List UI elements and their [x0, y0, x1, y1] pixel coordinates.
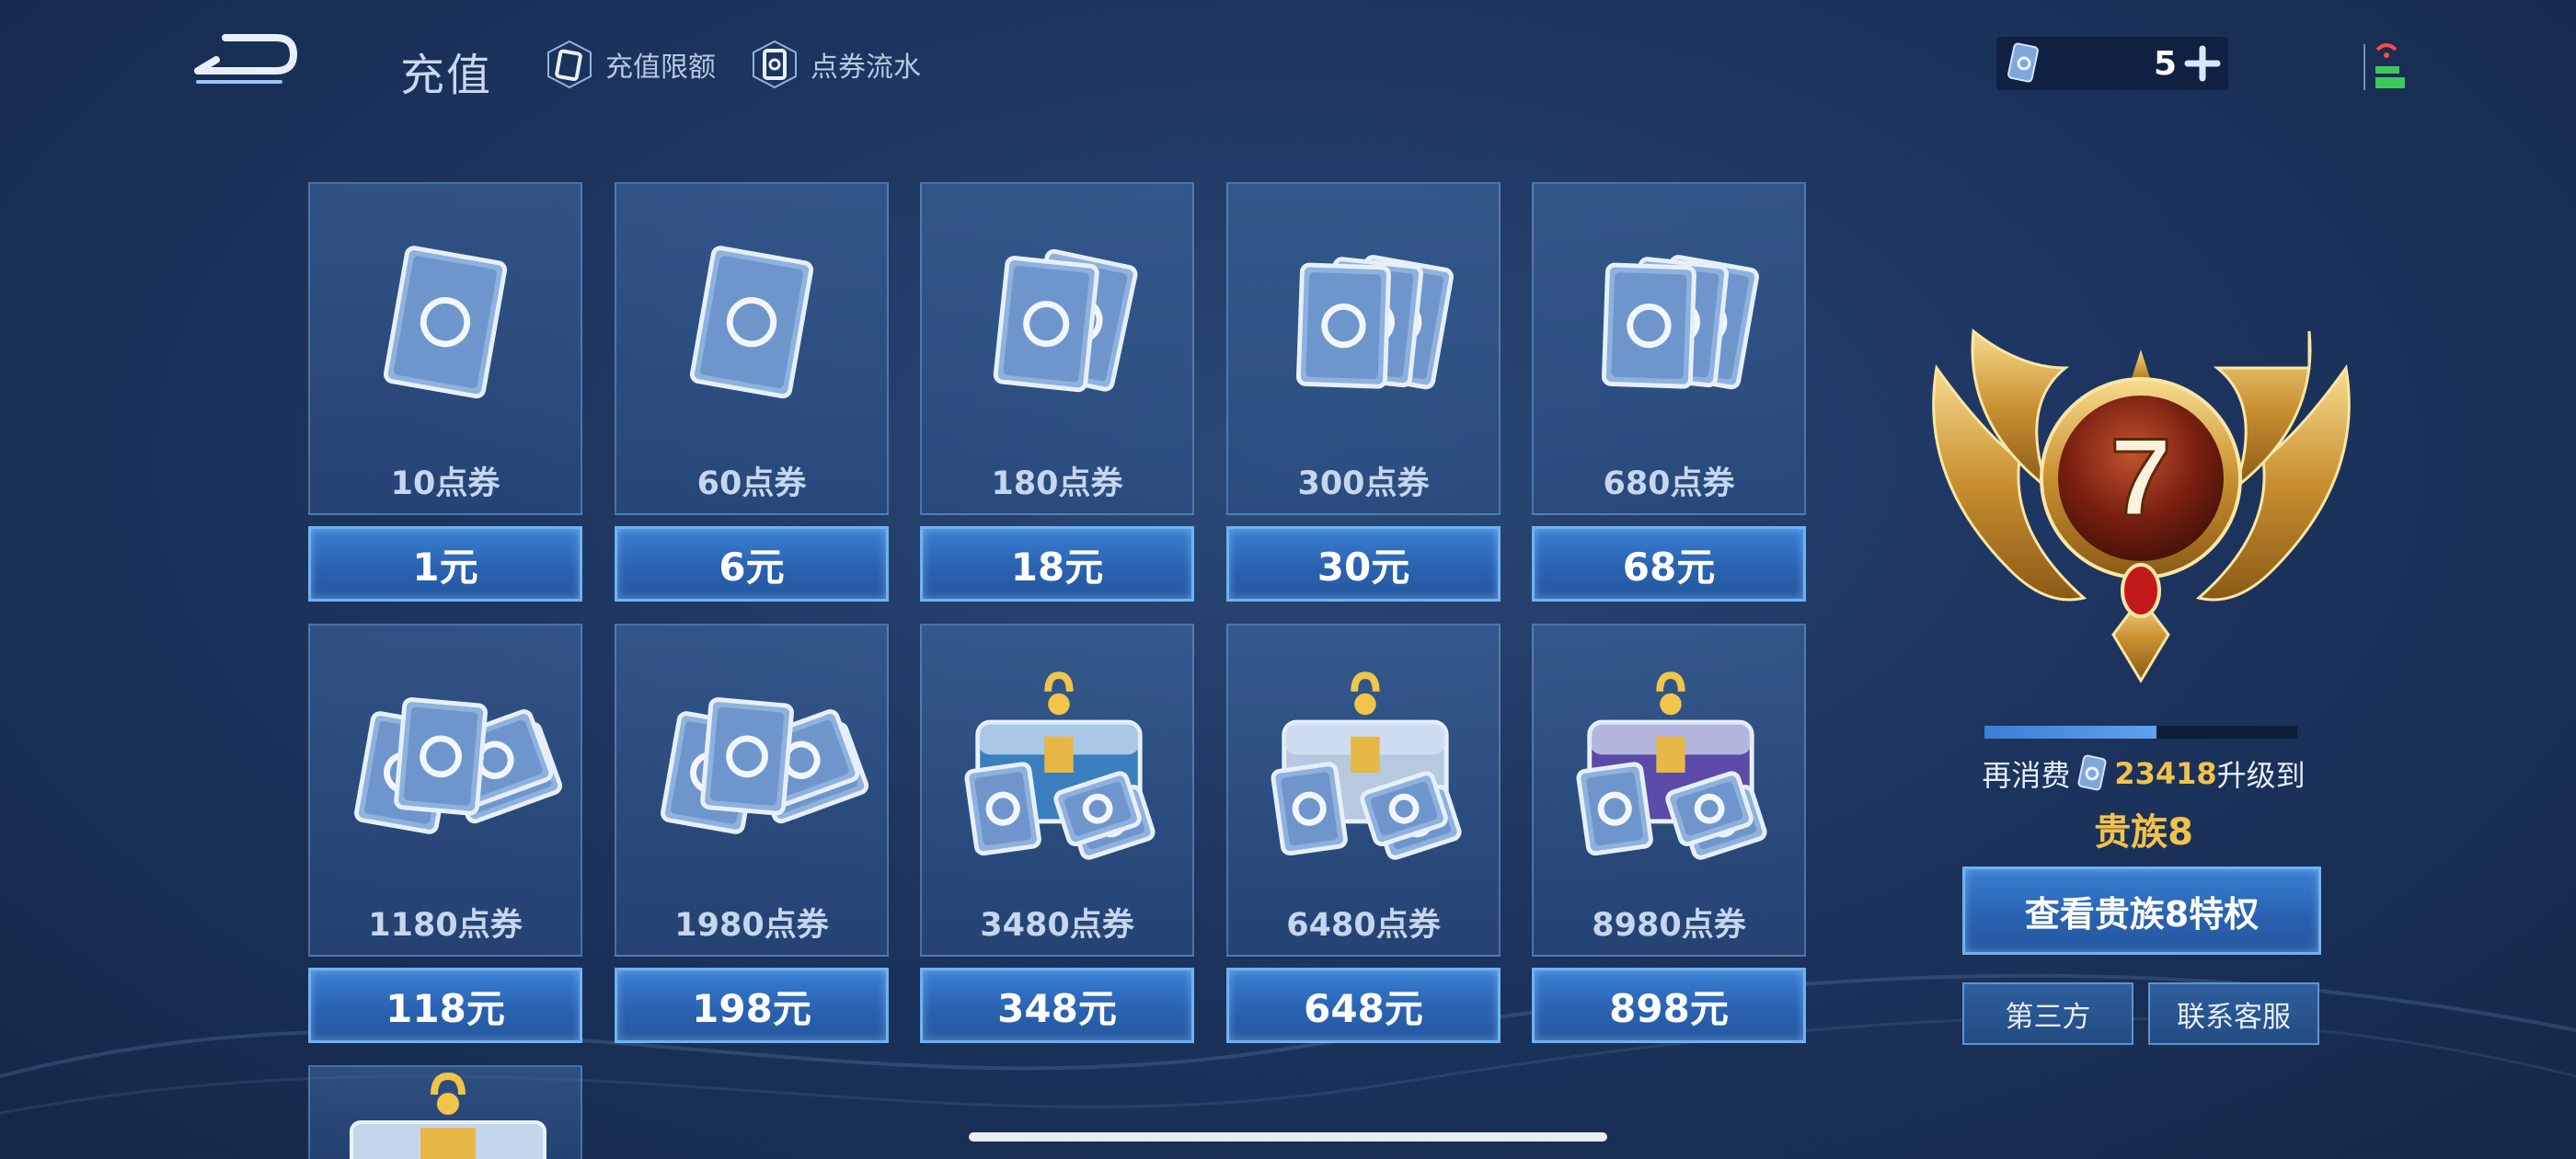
coupon-stack-icon — [1534, 202, 1804, 460]
coupon-flow-link[interactable]: 点券流水 — [750, 39, 921, 90]
coupon-flow-label: 点券流水 — [811, 52, 921, 84]
back-button[interactable] — [189, 32, 299, 87]
package-card[interactable]: 1180点券 — [308, 624, 582, 957]
vip-progress-bar — [1984, 726, 2297, 739]
vip-progress-fill — [1984, 726, 2156, 739]
vip-upgrade-info: 再消费 23418 升级到 — [1868, 752, 2420, 795]
recharge-limit-label: 充值限额 — [605, 52, 716, 84]
coupon-pile-icon — [616, 644, 887, 901]
vip-level-badge: 7 — [1932, 328, 2351, 683]
view-vip-privilege-button[interactable]: 查看贵族8特权 — [1962, 866, 2321, 955]
network-status-icon — [2363, 43, 2405, 90]
package-price-button[interactable]: 30元 — [1226, 526, 1501, 602]
upgrade-prefix: 再消费 — [1982, 758, 2071, 793]
gold-chest-icon — [350, 1072, 546, 1159]
package-coupon-amount: 300点券 — [1297, 465, 1430, 502]
upgrade-suffix: 升级到 — [2216, 758, 2306, 793]
package-coupon-amount: 3480点券 — [980, 907, 1134, 944]
package-price-button[interactable]: 898元 — [1532, 968, 1806, 1043]
back-arrow-icon — [194, 34, 297, 84]
coupon-stack-icon — [1228, 202, 1499, 460]
package-price-button[interactable]: 118元 — [308, 968, 582, 1043]
upgrade-amount: 23418 — [2114, 756, 2217, 791]
package-card[interactable]: 300点券 — [1226, 182, 1501, 515]
package-card[interactable]: 60点券 — [615, 182, 889, 515]
chest-silver-icon — [1228, 644, 1499, 901]
package-coupon-amount: 6480点券 — [1286, 907, 1441, 944]
coupon-flow-icon — [750, 40, 799, 89]
third-party-button[interactable]: 第三方 — [1962, 982, 2133, 1045]
package-price-button[interactable]: 1元 — [308, 526, 582, 602]
package-card[interactable]: 1980点券 — [615, 624, 889, 957]
package-coupon-amount: 8980点券 — [1592, 907, 1746, 944]
recharge-limit-link[interactable]: 充值限额 — [545, 39, 716, 90]
coupon-pair-icon — [922, 202, 1192, 460]
single-coupon-icon — [310, 202, 581, 460]
package-price-button[interactable]: 648元 — [1226, 968, 1501, 1043]
package-price-button[interactable]: 18元 — [920, 526, 1194, 602]
coupon-pile-icon — [310, 644, 581, 901]
package-coupon-amount: 180点券 — [991, 465, 1123, 502]
package-card[interactable]: 3480点券 — [920, 624, 1194, 957]
coupon-icon — [2077, 754, 2107, 791]
package-coupon-amount: 60点券 — [696, 465, 807, 502]
package-coupon-amount: 1980点券 — [674, 907, 829, 944]
next-vip-level: 贵族8 — [2094, 811, 2193, 854]
plus-icon — [2184, 45, 2221, 82]
package-coupon-amount: 10点券 — [390, 465, 500, 502]
chest-purple-icon — [1534, 644, 1804, 901]
package-price-button[interactable]: 348元 — [920, 968, 1194, 1043]
package-coupon-amount: 680点券 — [1603, 465, 1735, 502]
package-card[interactable]: 10点券 — [308, 182, 582, 515]
package-card-partial[interactable] — [308, 1065, 582, 1159]
package-price-button[interactable]: 68元 — [1532, 526, 1806, 602]
page-title: 充值 — [400, 50, 493, 101]
add-coupon-button[interactable] — [2177, 38, 2228, 89]
coupon-balance: 5 — [1996, 37, 2228, 90]
package-card[interactable]: 680点券 — [1532, 182, 1806, 515]
contact-support-button[interactable]: 联系客服 — [2148, 982, 2319, 1045]
single-coupon-icon — [616, 202, 887, 460]
package-price-button[interactable]: 6元 — [615, 526, 889, 602]
package-card[interactable]: 8980点券 — [1532, 624, 1806, 957]
vip-level-number: 7 — [2110, 416, 2172, 539]
coupon-balance-value: 5 — [2153, 44, 2177, 83]
package-price-button[interactable]: 198元 — [615, 968, 889, 1043]
home-indicator[interactable] — [969, 1132, 1607, 1142]
coupon-icon — [2007, 42, 2039, 83]
chest-cyan-icon — [922, 644, 1192, 901]
package-coupon-amount: 1180点券 — [368, 907, 523, 944]
coupon-card-icon — [545, 40, 594, 89]
package-card[interactable]: 6480点券 — [1226, 624, 1501, 957]
package-card[interactable]: 180点券 — [920, 182, 1194, 515]
